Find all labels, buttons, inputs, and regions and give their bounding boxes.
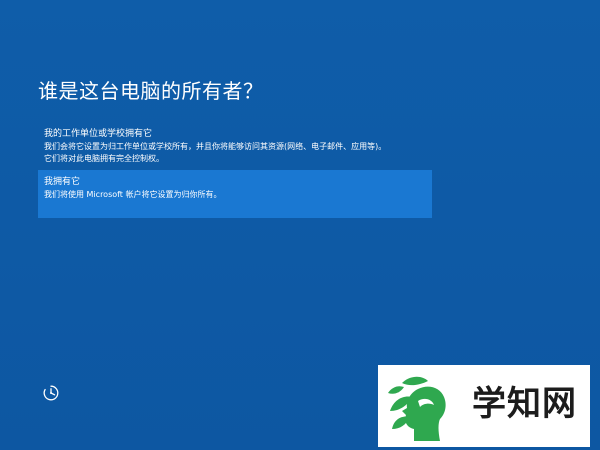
page-title: 谁是这台电脑的所有者？ (38, 79, 264, 103)
leaf-face-logo-icon (384, 371, 456, 443)
option-description-line: 我们将使用 Microsoft 帐户将它设置为归你所有。 (44, 190, 222, 199)
option-title: 我的工作单位或学校拥有它 (44, 129, 153, 139)
oobe-screen: 谁是这台电脑的所有者？ 我的工作单位或学校拥有它 我们会将它设置为归工作单位或学… (0, 0, 600, 450)
option-work-or-school[interactable]: 我的工作单位或学校拥有它 我们会将它设置为归工作单位或学校所有，并且你将能够访问… (38, 122, 432, 171)
watermark-text: 学知网 (472, 384, 577, 424)
ease-of-access-icon[interactable] (42, 384, 60, 402)
site-watermark: 学知网 (378, 365, 590, 447)
option-description-line: 我们会将它设置为归工作单位或学校所有，并且你将能够访问其资源(网络、电子邮件、应… (44, 142, 387, 151)
option-title: 我拥有它 (44, 177, 81, 187)
option-description-line: 它们将对此电脑拥有完全控制权。 (44, 154, 164, 163)
option-i-own-it[interactable]: 我拥有它 我们将使用 Microsoft 帐户将它设置为归你所有。 (38, 170, 432, 218)
